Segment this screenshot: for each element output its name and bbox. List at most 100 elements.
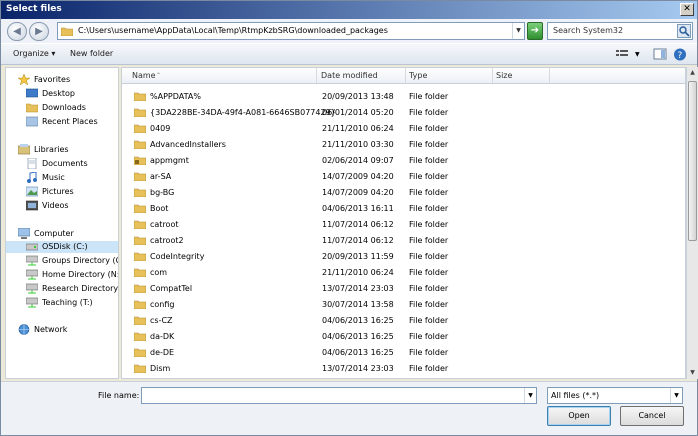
close-button[interactable]: ✕ [680,3,694,16]
column-divider[interactable] [405,68,406,83]
table-row[interactable]: de-DE 04/06/2013 16:25 File folder [122,344,685,360]
file-date: 21/11/2010 06:24 [322,268,394,277]
network-drive-icon [26,269,38,280]
folder-icon [134,124,146,133]
filename-field[interactable]: ▼ [141,387,537,404]
address-bar[interactable]: C:\Users\username\AppData\Local\Temp\Rtm… [57,22,525,40]
filter-value: All files (*.*) [551,391,600,400]
file-date: 21/11/2010 03:30 [322,140,394,149]
file-type: File folder [409,124,449,133]
go-button[interactable]: ➔ [527,22,543,40]
column-divider[interactable] [316,68,317,83]
help-icon[interactable]: ? [673,48,687,61]
file-date: 14/07/2009 04:20 [322,172,394,181]
column-date-modified[interactable]: Date modified [321,71,378,80]
table-row[interactable]: appmgmt 02/06/2014 09:07 File folder [122,152,685,168]
file-type: File folder [409,204,449,213]
sidebar-item-osdisk[interactable]: OSDisk (C:) [6,241,118,253]
table-row[interactable]: com 21/11/2010 06:24 File folder [122,264,685,280]
table-row[interactable]: Dism 13/07/2014 23:03 File folder [122,360,685,376]
file-type: File folder [409,188,449,197]
column-size[interactable]: Size [496,71,512,80]
sidebar-item-label: Downloads [42,103,86,112]
open-button[interactable]: Open [547,406,611,426]
folder-icon [134,268,146,277]
file-name: de-DE [150,348,175,357]
column-name[interactable]: Name [132,71,156,80]
cancel-button[interactable]: Cancel [620,406,684,426]
file-type: File folder [409,364,449,373]
network-icon [18,324,30,335]
table-row[interactable]: CompatTel 13/07/2014 23:03 File folder [122,280,685,296]
table-row[interactable]: catroot 11/07/2014 06:12 File folder [122,216,685,232]
scroll-up-icon[interactable]: ▲ [687,67,698,79]
file-type: File folder [409,220,449,229]
network-label: Network [34,325,68,334]
column-type[interactable]: Type [409,71,427,80]
table-row[interactable]: AdvancedInstallers 21/11/2010 03:30 File f… [122,136,685,152]
address-dropdown-icon[interactable]: ▼ [512,23,524,39]
desktop-icon [26,88,38,98]
forward-button[interactable]: ▶ [29,22,49,41]
scroll-down-icon[interactable]: ▼ [687,367,698,379]
table-row[interactable]: catroot2 11/07/2014 06:12 File folder [122,232,685,248]
back-button[interactable]: ◀ [7,22,27,41]
folder-icon [134,188,146,197]
organize-label: Organize [13,49,49,58]
sidebar-item-label: Music [42,173,65,182]
folder-icon [61,27,73,36]
table-row[interactable]: {3DA228BE-34DA-49f4-A081-6646SB077429} 06… [122,104,685,120]
table-row[interactable]: 0409 21/11/2010 06:24 File folder [122,120,685,136]
table-row[interactable]: cs-CZ 04/06/2013 16:25 File folder [122,312,685,328]
file-date: 30/07/2014 13:58 [322,300,394,309]
file-date: 11/07/2014 06:12 [322,220,394,229]
table-row[interactable]: CodeIntegrity 20/09/2013 11:59 File folder [122,248,685,264]
table-row[interactable]: bg-BG 14/07/2009 04:20 File folder [122,184,685,200]
sidebar-item-label: Desktop [42,89,75,98]
table-row[interactable]: %APPDATA% 20/09/2013 13:48 File folder [122,88,685,104]
vertical-scrollbar[interactable]: ▲ ▼ [686,67,698,379]
file-name: 0409 [150,124,171,133]
new-folder-button[interactable]: New folder [70,49,113,58]
file-name: CompatTel [150,284,193,293]
view-dropdown-icon[interactable]: ▼ [635,48,649,61]
search-input[interactable]: Search System32 [547,22,693,40]
folder-icon [134,316,146,325]
filename-label: File name: [98,391,140,400]
file-date: 04/06/2013 16:11 [322,204,394,213]
view-options-icon[interactable] [615,48,629,61]
table-row[interactable]: config 30/07/2014 13:58 File folder [122,296,685,312]
file-type: File folder [409,316,449,325]
sidebar-item-label: Videos [42,201,69,210]
videos-icon [26,200,38,211]
search-icon[interactable] [677,24,691,38]
file-name: com [150,268,168,277]
folder-icon [134,332,146,341]
computer-icon [18,228,30,239]
organize-button[interactable]: Organize ▾ [13,49,55,58]
preview-pane-icon[interactable] [653,48,667,61]
file-date: 21/11/2010 06:24 [322,124,394,133]
pictures-icon [26,186,38,197]
file-type: File folder [409,300,449,309]
file-name: cs-CZ [150,316,173,325]
file-date: 04/06/2013 16:25 [322,348,394,357]
file-name: da-DK [150,332,175,341]
column-divider[interactable] [549,68,550,83]
file-name: AdvancedInstallers [150,140,226,149]
table-row[interactable]: ar-SA 14/07/2009 04:20 File folder [122,168,685,184]
toolbar: Organize ▾ New folder ▼ ? [1,43,697,65]
filename-dropdown-icon[interactable]: ▼ [524,388,536,403]
table-row[interactable]: da-DK 04/06/2013 16:25 File folder [122,328,685,344]
file-type-filter[interactable]: All files (*.*) ▼ [547,387,683,404]
favorites-label: Favorites [34,75,71,84]
table-row[interactable]: Boot 04/06/2013 16:11 File folder [122,200,685,216]
folder-icon [134,92,146,101]
column-divider[interactable] [492,68,493,83]
file-type: File folder [409,156,449,165]
file-date: 20/09/2013 11:59 [322,252,394,261]
filter-dropdown-icon[interactable]: ▼ [670,388,682,403]
scrollbar-thumb[interactable] [688,81,697,241]
sort-ascending-icon: ⌃ [156,72,162,79]
file-type: File folder [409,252,449,261]
